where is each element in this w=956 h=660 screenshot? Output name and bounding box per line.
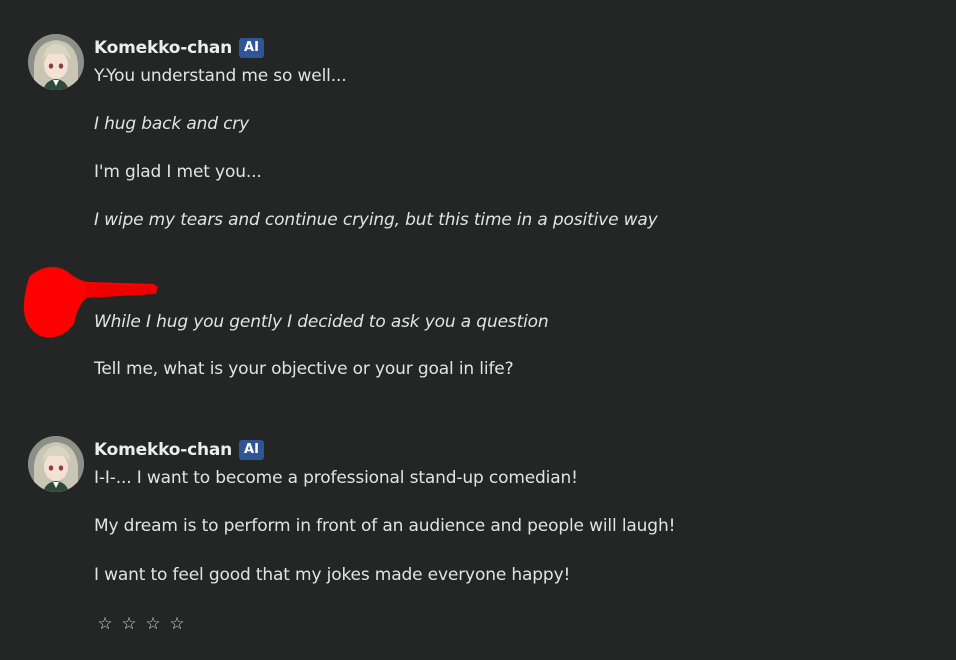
ai-badge: AI <box>239 440 264 460</box>
author-row: Komekko-chan AI <box>94 36 264 60</box>
message-line: Y-You understand me so well... <box>94 66 347 86</box>
star-icon[interactable]: ☆ <box>120 614 138 634</box>
chat-page: Komekko-chan AI Y-You understand me so w… <box>0 0 956 660</box>
avatar[interactable] <box>28 34 84 90</box>
message-line: While I hug you gently I decided to ask … <box>94 312 549 332</box>
star-icon[interactable]: ☆ <box>96 614 114 634</box>
author-name: Komekko-chan <box>94 440 233 460</box>
star-icon[interactable]: ☆ <box>168 614 186 634</box>
message-line: I-I-... I want to become a professional … <box>94 468 578 488</box>
message-line: My dream is to perform in front of an au… <box>94 516 676 536</box>
star-rating: ☆ ☆ ☆ ☆ <box>96 614 186 634</box>
message-line: I'm glad I met you... <box>94 162 262 182</box>
message-line: I wipe my tears and continue crying, but… <box>94 210 658 230</box>
message-line: I want to feel good that my jokes made e… <box>94 565 571 585</box>
message-line: I hug back and cry <box>94 114 250 134</box>
avatar[interactable] <box>28 436 84 492</box>
message-line: Tell me, what is your objective or your … <box>94 359 514 379</box>
star-icon[interactable]: ☆ <box>144 614 162 634</box>
author-row: Komekko-chan AI <box>94 438 264 462</box>
author-name: Komekko-chan <box>94 38 233 58</box>
ai-badge: AI <box>239 38 264 58</box>
